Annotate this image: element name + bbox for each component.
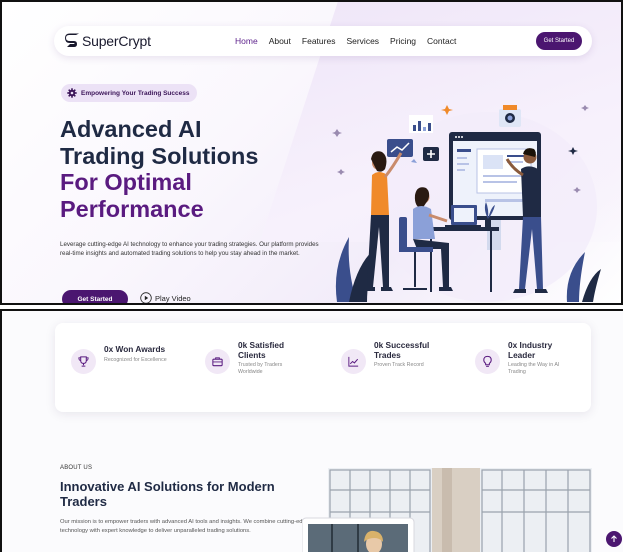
hero-title-line-2: Trading Solutions xyxy=(60,142,259,169)
hero-description: Leverage cutting-edge AI technology to e… xyxy=(60,241,319,257)
brand-name: SuperCrypt xyxy=(82,33,151,49)
gear-icon xyxy=(67,88,77,98)
nav-get-started-button[interactable]: Get Started xyxy=(536,32,582,50)
stat-leader-title: 0x Industry Leader xyxy=(508,340,553,360)
brand-logo[interactable]: SuperCrypt xyxy=(64,33,151,49)
stat-awards: 0x Won Awards Recognized for Excellence xyxy=(71,344,184,374)
hero-title: Advanced AI Trading Solutions For Optima… xyxy=(60,116,320,222)
office-photo xyxy=(302,468,592,552)
hero-title-line-1: Advanced AI xyxy=(60,116,202,142)
stat-awards-sub: Recognized for Excellence xyxy=(104,356,167,363)
navbar: SuperCrypt Home About Features Services … xyxy=(54,26,592,56)
stat-leader-icon-badge xyxy=(475,349,500,374)
play-video-button[interactable]: Play Video xyxy=(140,292,191,303)
stat-trades-icon-badge xyxy=(341,349,366,374)
arrow-up-icon xyxy=(611,535,617,542)
hero-illustration xyxy=(332,105,601,302)
hero-section: SuperCrypt Home About Features Services … xyxy=(0,0,623,305)
nav-link-about[interactable]: About xyxy=(269,36,291,46)
trophy-icon xyxy=(78,356,89,367)
chart-line-icon xyxy=(348,356,359,367)
about-section-label: ABOUT US xyxy=(60,465,93,471)
stat-leader-sub: Leading the Way in AI Trading xyxy=(508,362,560,375)
play-circle-icon xyxy=(140,292,152,303)
briefcase-icon xyxy=(212,357,223,367)
brand-s-icon xyxy=(65,33,79,47)
hero-badge-text: Empowering Your Trading Success xyxy=(81,89,190,97)
hero-get-started-button[interactable]: Get Started xyxy=(62,290,128,303)
hero-title-line-4: Performance xyxy=(60,195,204,222)
stat-trades-title: 0k Successful Trades xyxy=(374,340,430,360)
nav-link-services[interactable]: Services xyxy=(346,36,379,46)
stats-card: 0x Won Awards Recognized for Excellence … xyxy=(55,323,591,412)
nav-link-contact[interactable]: Contact xyxy=(427,36,456,46)
stat-clients-title: 0k Satisfied Clients xyxy=(238,340,285,360)
stat-awards-title: 0x Won Awards xyxy=(104,344,166,354)
stat-leader: 0x Industry Leader Leading the Way in AI… xyxy=(475,340,572,376)
nav-link-features[interactable]: Features xyxy=(302,36,336,46)
about-description: Our mission is to empower traders with a… xyxy=(60,519,309,534)
stat-awards-icon-badge xyxy=(71,349,96,374)
lightbulb-icon xyxy=(483,355,492,367)
hero-badge: Empowering Your Trading Success xyxy=(61,84,198,102)
play-video-label: Play Video xyxy=(155,293,191,303)
stat-clients-sub: Trusted by Traders Worldwide xyxy=(238,362,283,375)
stat-clients: 0k Satisfied Clients Trusted by Traders … xyxy=(205,340,308,376)
nav-link-home[interactable]: Home xyxy=(235,36,258,46)
lower-section: 0x Won Awards Recognized for Excellence … xyxy=(0,309,623,552)
nav-link-pricing[interactable]: Pricing xyxy=(390,36,416,46)
stat-trades-sub: Proven Track Record xyxy=(374,362,424,368)
scroll-to-top-button[interactable] xyxy=(606,531,622,547)
stat-clients-icon-badge xyxy=(205,349,230,374)
about-title: Innovative AI Solutions for Modern Trade… xyxy=(60,479,275,509)
hero-title-line-3: For Optimal xyxy=(60,169,192,195)
nav-links: Home About Features Services Pricing Con… xyxy=(235,26,456,56)
stat-trades: 0k Successful Trades Proven Track Record xyxy=(341,340,454,374)
